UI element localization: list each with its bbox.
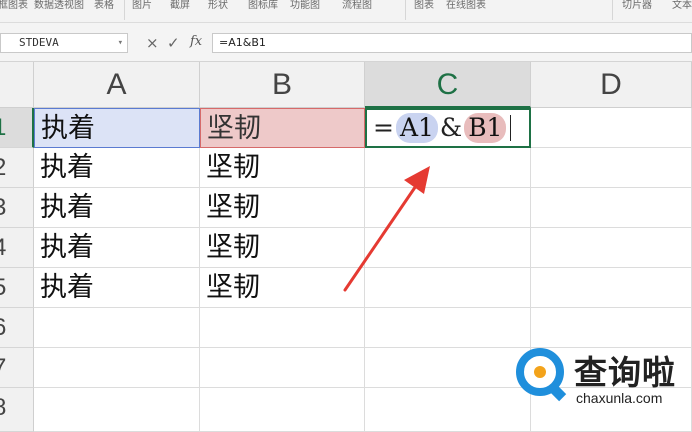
column-header-b[interactable]: B: [200, 62, 365, 108]
cell-b1[interactable]: 坚韧: [200, 108, 365, 148]
ribbon-item[interactable]: 框图表: [0, 0, 28, 11]
ribbon-item[interactable]: 形状: [208, 0, 228, 11]
cell-d2[interactable]: [531, 148, 692, 188]
ribbon-item[interactable]: 图片: [132, 0, 152, 11]
enter-formula-icon[interactable]: ✓: [167, 34, 180, 52]
ribbon-item[interactable]: 流程图: [342, 0, 372, 11]
cell-a7[interactable]: [34, 348, 200, 388]
name-box-value: STDEVA: [19, 36, 59, 49]
cell-a4[interactable]: 执着: [34, 228, 200, 268]
row-header-3[interactable]: 3: [0, 188, 34, 228]
column-header-c[interactable]: C: [365, 62, 531, 108]
watermark-logo: 查询啦 chaxunla.com: [512, 346, 692, 416]
cell-a8[interactable]: [34, 388, 200, 432]
cell-a3[interactable]: 执着: [34, 188, 200, 228]
ribbon-divider: [405, 0, 406, 20]
ribbon-item[interactable]: 切片器: [622, 0, 652, 11]
watermark-url-text: chaxunla.com: [576, 390, 663, 406]
row-header-1[interactable]: 1: [0, 108, 34, 148]
formula-ref-b1: B1: [464, 113, 507, 143]
ribbon-item[interactable]: 文本: [672, 0, 692, 11]
cell-d5[interactable]: [531, 268, 692, 308]
ribbon-item[interactable]: 数据透视图: [34, 0, 84, 11]
text-cursor: [510, 115, 512, 141]
cell-a1[interactable]: 执着: [34, 108, 200, 148]
annotation-arrow-icon: [343, 166, 430, 292]
ribbon-item[interactable]: 功能图: [290, 0, 320, 11]
row-header-6[interactable]: 6: [0, 308, 34, 348]
cell-d6[interactable]: [531, 308, 692, 348]
cell-d4[interactable]: [531, 228, 692, 268]
formula-bar: STDEVA ▾ × ✓ fx =A1&B1: [0, 23, 692, 62]
name-box[interactable]: STDEVA ▾: [0, 33, 128, 53]
cell-c8[interactable]: [365, 388, 531, 432]
ribbon-item[interactable]: 截屏: [170, 0, 190, 11]
select-all-corner[interactable]: [0, 62, 34, 108]
cell-a2[interactable]: 执着: [34, 148, 200, 188]
cell-d1[interactable]: [531, 108, 692, 148]
cell-d3[interactable]: [531, 188, 692, 228]
cell-a5[interactable]: 执着: [34, 268, 200, 308]
chevron-down-icon[interactable]: ▾: [118, 34, 123, 52]
formula-equals: =: [373, 113, 394, 142]
watermark-chinese-text: 查询啦: [574, 353, 676, 392]
ribbon-item[interactable]: 图表: [414, 0, 434, 11]
ribbon-item[interactable]: 图标库: [248, 0, 278, 11]
cell-b6[interactable]: [200, 308, 365, 348]
formula-input[interactable]: =A1&B1: [212, 33, 692, 53]
ribbon-toolbar: 框图表 数据透视图 表格 图片 截屏 形状 图标库 功能图 流程图 图表 在线图…: [0, 0, 692, 23]
cell-b8[interactable]: [200, 388, 365, 432]
cell-b7[interactable]: [200, 348, 365, 388]
cancel-formula-icon[interactable]: ×: [146, 34, 159, 52]
magnifier-handle: [547, 382, 567, 402]
insert-function-icon[interactable]: fx: [190, 34, 202, 49]
column-header-a[interactable]: A: [34, 62, 200, 108]
cell-a6[interactable]: [34, 308, 200, 348]
row-header-4[interactable]: 4: [0, 228, 34, 268]
ribbon-divider: [612, 0, 613, 20]
row-header-7[interactable]: 7: [0, 348, 34, 388]
column-header-d[interactable]: D: [531, 62, 692, 108]
row-header-5[interactable]: 5: [0, 268, 34, 308]
formula-ampersand: &: [439, 113, 463, 142]
cell-c7[interactable]: [365, 348, 531, 388]
ribbon-item[interactable]: 在线图表: [446, 0, 486, 11]
row-header-8[interactable]: 8: [0, 388, 34, 432]
cell-c1-editing[interactable]: = A1 & B1: [365, 108, 531, 148]
cell-c6[interactable]: [365, 308, 531, 348]
row-header-2[interactable]: 2: [0, 148, 34, 188]
ribbon-divider: [124, 0, 125, 20]
ribbon-item[interactable]: 表格: [94, 0, 114, 11]
formula-ref-a1: A1: [395, 113, 438, 143]
